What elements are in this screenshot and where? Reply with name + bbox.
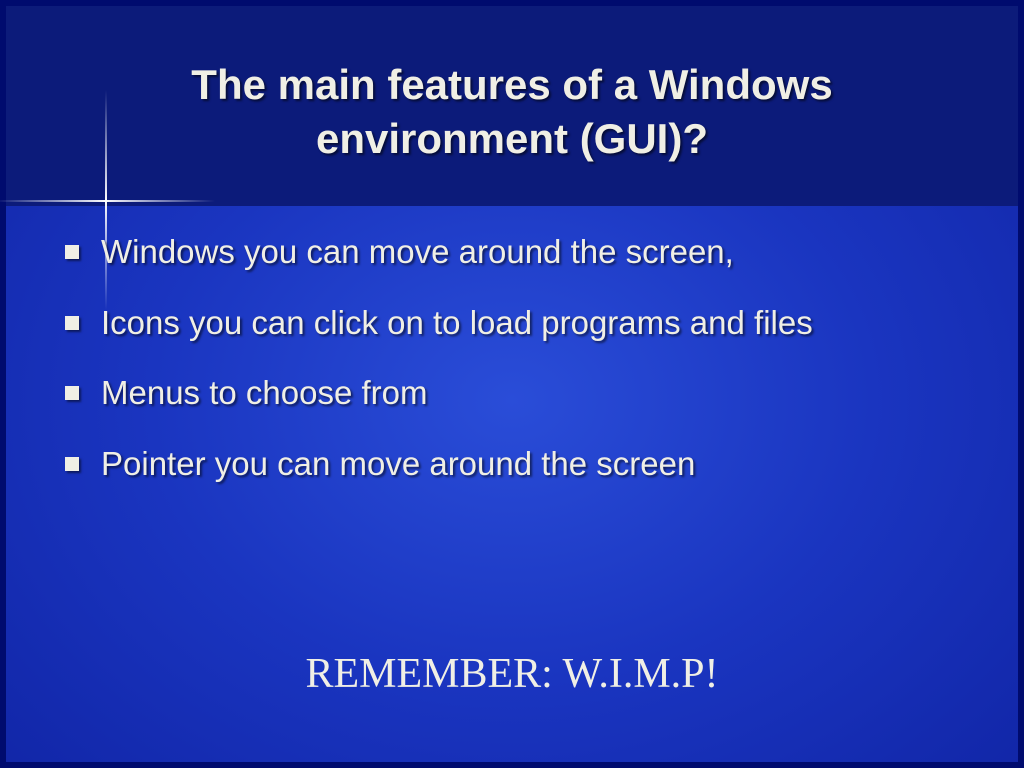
- slide-content: Windows you can move around the screen, …: [65, 230, 974, 512]
- bullet-item: Pointer you can move around the screen: [65, 442, 974, 487]
- bullet-marker-icon: [65, 245, 79, 259]
- bullet-text: Icons you can click on to load programs …: [101, 301, 974, 346]
- bullet-marker-icon: [65, 457, 79, 471]
- remember-text: REMEMBER: W.I.M.P!: [0, 650, 1024, 698]
- bullet-text: Windows you can move around the screen,: [101, 230, 974, 275]
- bullet-text: Menus to choose from: [101, 371, 974, 416]
- slide-title: The main features of a Windows environme…: [0, 58, 1024, 166]
- bullet-item: Menus to choose from: [65, 371, 974, 416]
- bullet-text: Pointer you can move around the screen: [101, 442, 974, 487]
- bullet-item: Icons you can click on to load programs …: [65, 301, 974, 346]
- bullet-item: Windows you can move around the screen,: [65, 230, 974, 275]
- bullet-marker-icon: [65, 386, 79, 400]
- bullet-marker-icon: [65, 316, 79, 330]
